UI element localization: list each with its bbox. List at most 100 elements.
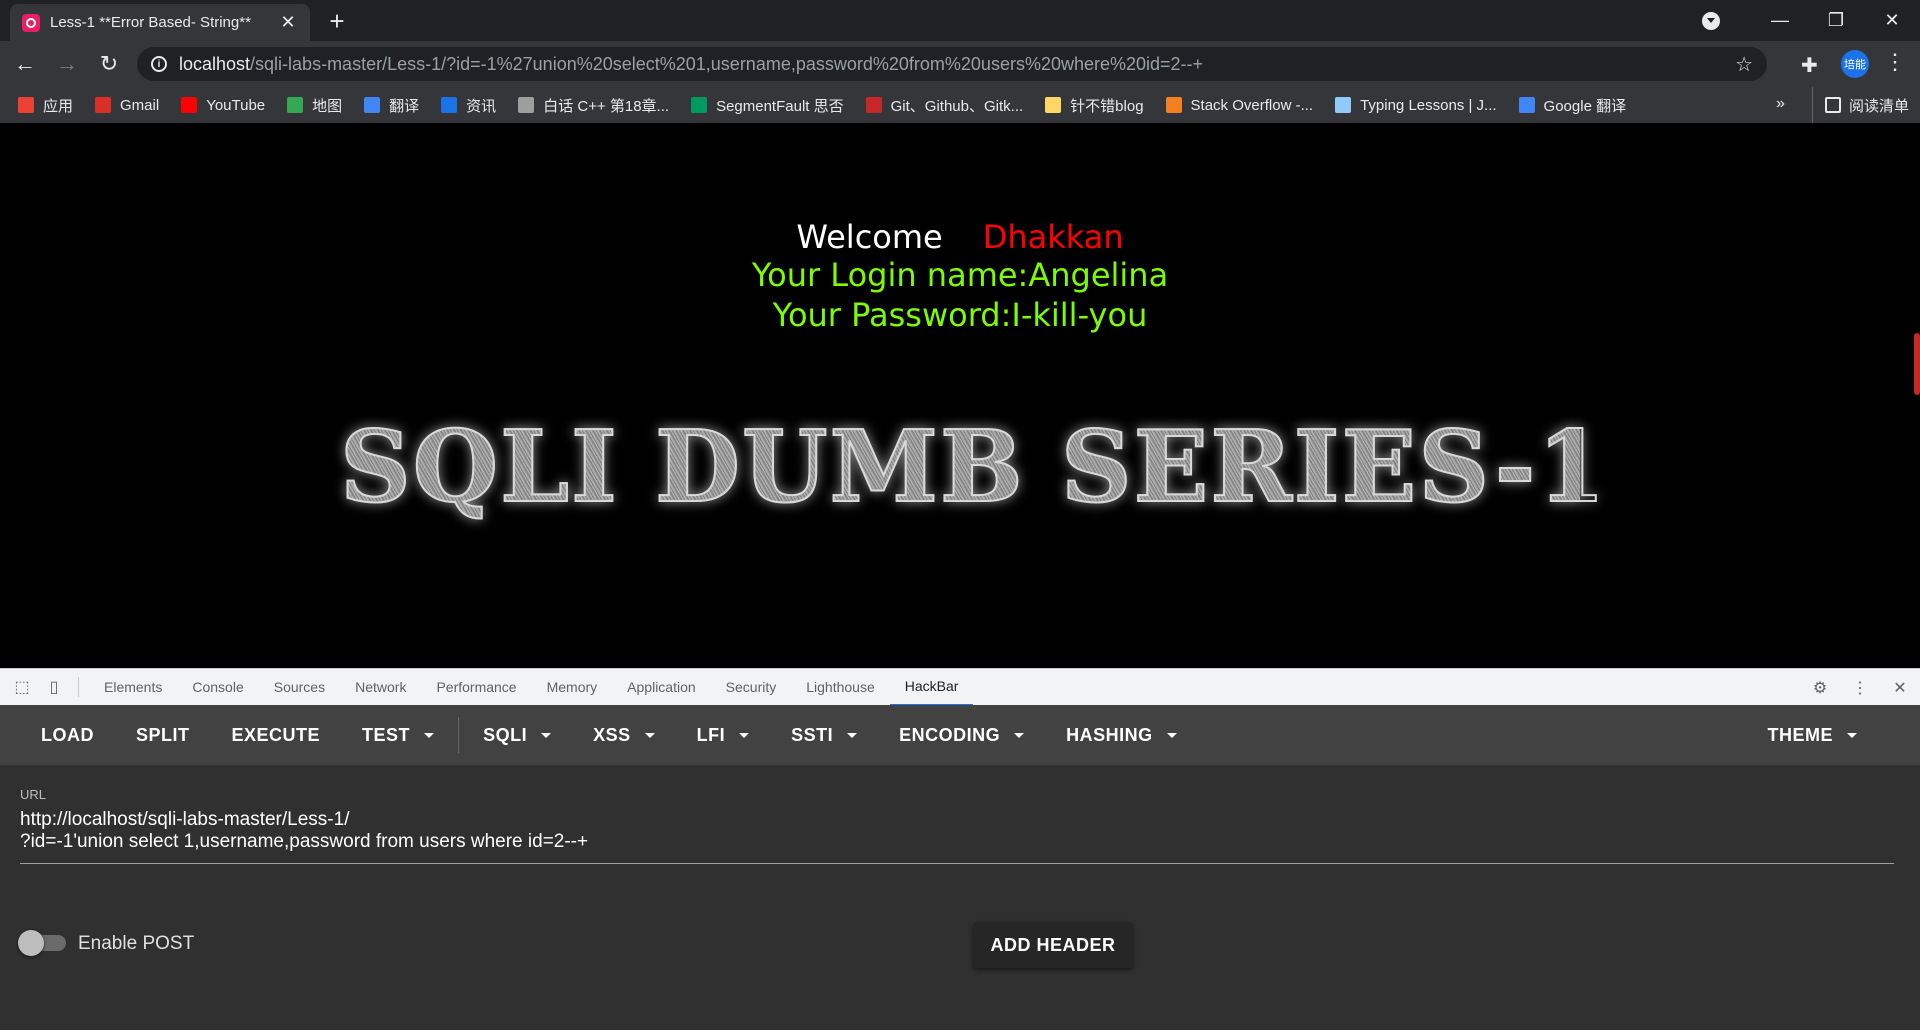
tab-close-icon[interactable]: ✕ [278,12,298,33]
extensions-puzzle-icon[interactable]: ✚ [1801,53,1818,78]
page-scrollbar[interactable] [1914,333,1920,395]
stackoverflow-icon [1165,97,1182,113]
split-button[interactable]: SPLIT [115,705,211,765]
bookmark-star-icon[interactable]: ☆ [1735,52,1753,77]
load-button[interactable]: LOAD [20,705,115,765]
bookmark-item[interactable]: 翻译 [364,95,419,116]
tab-elements[interactable]: Elements [89,669,177,706]
execute-button[interactable]: EXECUTE [211,705,342,765]
web-page: Welcome Dhakkan Your Login name:Angelina … [0,123,1920,668]
segmentfault-icon [691,97,708,113]
inspect-element-icon[interactable]: ⬚ [12,677,32,697]
back-icon[interactable]: ← [8,47,42,81]
ssti-dropdown[interactable]: SSTI [770,705,878,765]
window-controls: — ❐ ✕ [1752,0,1920,41]
bookmark-item[interactable]: 白话 C++ 第18章... [518,95,669,116]
apps-grid-icon [18,97,34,113]
restore-button[interactable]: ❐ [1808,0,1864,41]
browser-toolbar: ← → ↻ i localhost /sqli-labs-master/Less… [0,41,1920,87]
bookmark-item[interactable]: SegmentFault 思否 [691,95,844,116]
xss-dropdown[interactable]: XSS [572,705,676,765]
close-devtools-icon[interactable]: ✕ [1890,678,1910,698]
forward-icon[interactable]: → [50,47,84,81]
bookmark-item[interactable]: 地图 [287,95,342,116]
enable-post-toggle[interactable] [18,930,66,956]
youtube-icon [181,97,198,113]
bookmark-item[interactable]: 资讯 [441,95,496,116]
hashing-dropdown[interactable]: HASHING [1045,705,1198,765]
tab-sources[interactable]: Sources [259,669,340,706]
tab-title: Less-1 **Error Based- String** [50,14,251,31]
toggle-knob [18,930,44,956]
bookmark-item[interactable]: 针不错blog [1045,95,1144,116]
hackbar-toolbar: LOAD SPLIT EXECUTE TEST SQLI XSS LFI SST… [0,705,1920,765]
sqli-banner-image: SQLI DUMB SERIES-1 [339,408,1607,528]
translate-icon [364,97,381,113]
tab-hackbar[interactable]: HackBar [889,669,974,706]
enable-post-label: Enable POST [78,933,195,954]
browser-menu-icon[interactable]: ⋮ [1884,49,1906,75]
encoding-dropdown[interactable]: ENCODING [878,705,1045,765]
caret-down-icon [1014,732,1025,738]
url-field-underline [20,863,1894,864]
folder-icon [1045,97,1062,113]
caret-down-icon [541,732,552,738]
tab-network[interactable]: Network [340,669,421,706]
devtools-actions: ⚙ ⋮ ✕ [1800,669,1920,706]
reading-list-icon [1825,97,1841,113]
site-info-icon[interactable]: i [151,56,167,72]
tab-console[interactable]: Console [177,669,258,706]
caret-down-icon [739,732,750,738]
bookmark-item[interactable]: YouTube [181,97,265,114]
welcome-text: Welcome [796,218,943,256]
tab-search-icon[interactable] [1702,12,1720,30]
toolbar-divider [458,717,460,753]
url-line-1: http://localhost/sqli-labs-master/Less-1… [20,809,350,830]
new-tab-button[interactable]: + [322,8,352,34]
minimize-button[interactable]: — [1752,0,1808,41]
devtools-menu-icon[interactable]: ⋮ [1850,678,1870,698]
lfi-dropdown[interactable]: LFI [676,705,771,765]
typing-icon [1335,97,1352,113]
reading-list-button[interactable]: 阅读清单 [1812,87,1909,123]
hackbar-panel: URL http://localhost/sqli-labs-master/Le… [0,765,1920,1030]
tab-security[interactable]: Security [711,669,792,706]
close-window-button[interactable]: ✕ [1864,0,1920,41]
bookmark-item[interactable]: Gmail [95,97,159,114]
bookmark-item[interactable]: 应用 [18,95,73,116]
bookmark-item[interactable]: Google 翻译 [1518,95,1626,116]
gmail-icon [95,97,112,113]
bookmark-item[interactable]: Git、Github、Gitk... [865,95,1023,116]
tab-memory[interactable]: Memory [532,669,613,706]
test-dropdown[interactable]: TEST [341,705,455,765]
caret-down-icon [424,732,435,738]
tab-application[interactable]: Application [612,669,711,706]
add-header-button[interactable]: ADD HEADER [973,922,1133,968]
url-textarea[interactable]: http://localhost/sqli-labs-master/Less-1… [20,809,1890,853]
device-toolbar-icon[interactable]: ▯ [44,677,64,697]
address-bar[interactable]: i localhost /sqli-labs-master/Less-1/?id… [137,47,1767,81]
theme-dropdown[interactable]: THEME [1747,705,1879,765]
welcome-line: Welcome Dhakkan [0,218,1920,256]
bookmarks-bar: 应用 Gmail YouTube 地图 翻译 资讯 白话 C++ 第18章...… [0,87,1920,123]
sqli-dropdown[interactable]: SQLI [462,705,572,765]
git-icon [865,97,882,113]
browser-tab[interactable]: Less-1 **Error Based- String** ✕ [10,4,310,41]
login-name-text: Your Login name:Angelina [751,256,1169,294]
tab-performance[interactable]: Performance [421,669,531,706]
caret-down-icon [644,732,655,738]
password-text: Your Password:I-kill-you [772,296,1148,334]
bookmarks-overflow-icon[interactable]: » [1776,95,1785,113]
profile-avatar[interactable]: 培能 [1841,50,1869,78]
caret-down-icon [847,732,858,738]
welcome-name: Dhakkan [982,218,1124,256]
tab-favicon-icon [22,13,40,32]
settings-gear-icon[interactable]: ⚙ [1810,678,1830,698]
bookmark-item[interactable]: Stack Overflow -... [1165,97,1313,114]
divider [78,677,79,697]
url-line-2: ?id=-1'union select 1,username,password … [20,831,589,852]
tab-lighthouse[interactable]: Lighthouse [791,669,890,706]
reload-icon[interactable]: ↻ [92,47,126,81]
bookmark-item[interactable]: Typing Lessons | J... [1335,97,1497,114]
tab-strip: Less-1 **Error Based- String** ✕ + — ❐ ✕ [0,0,1920,41]
